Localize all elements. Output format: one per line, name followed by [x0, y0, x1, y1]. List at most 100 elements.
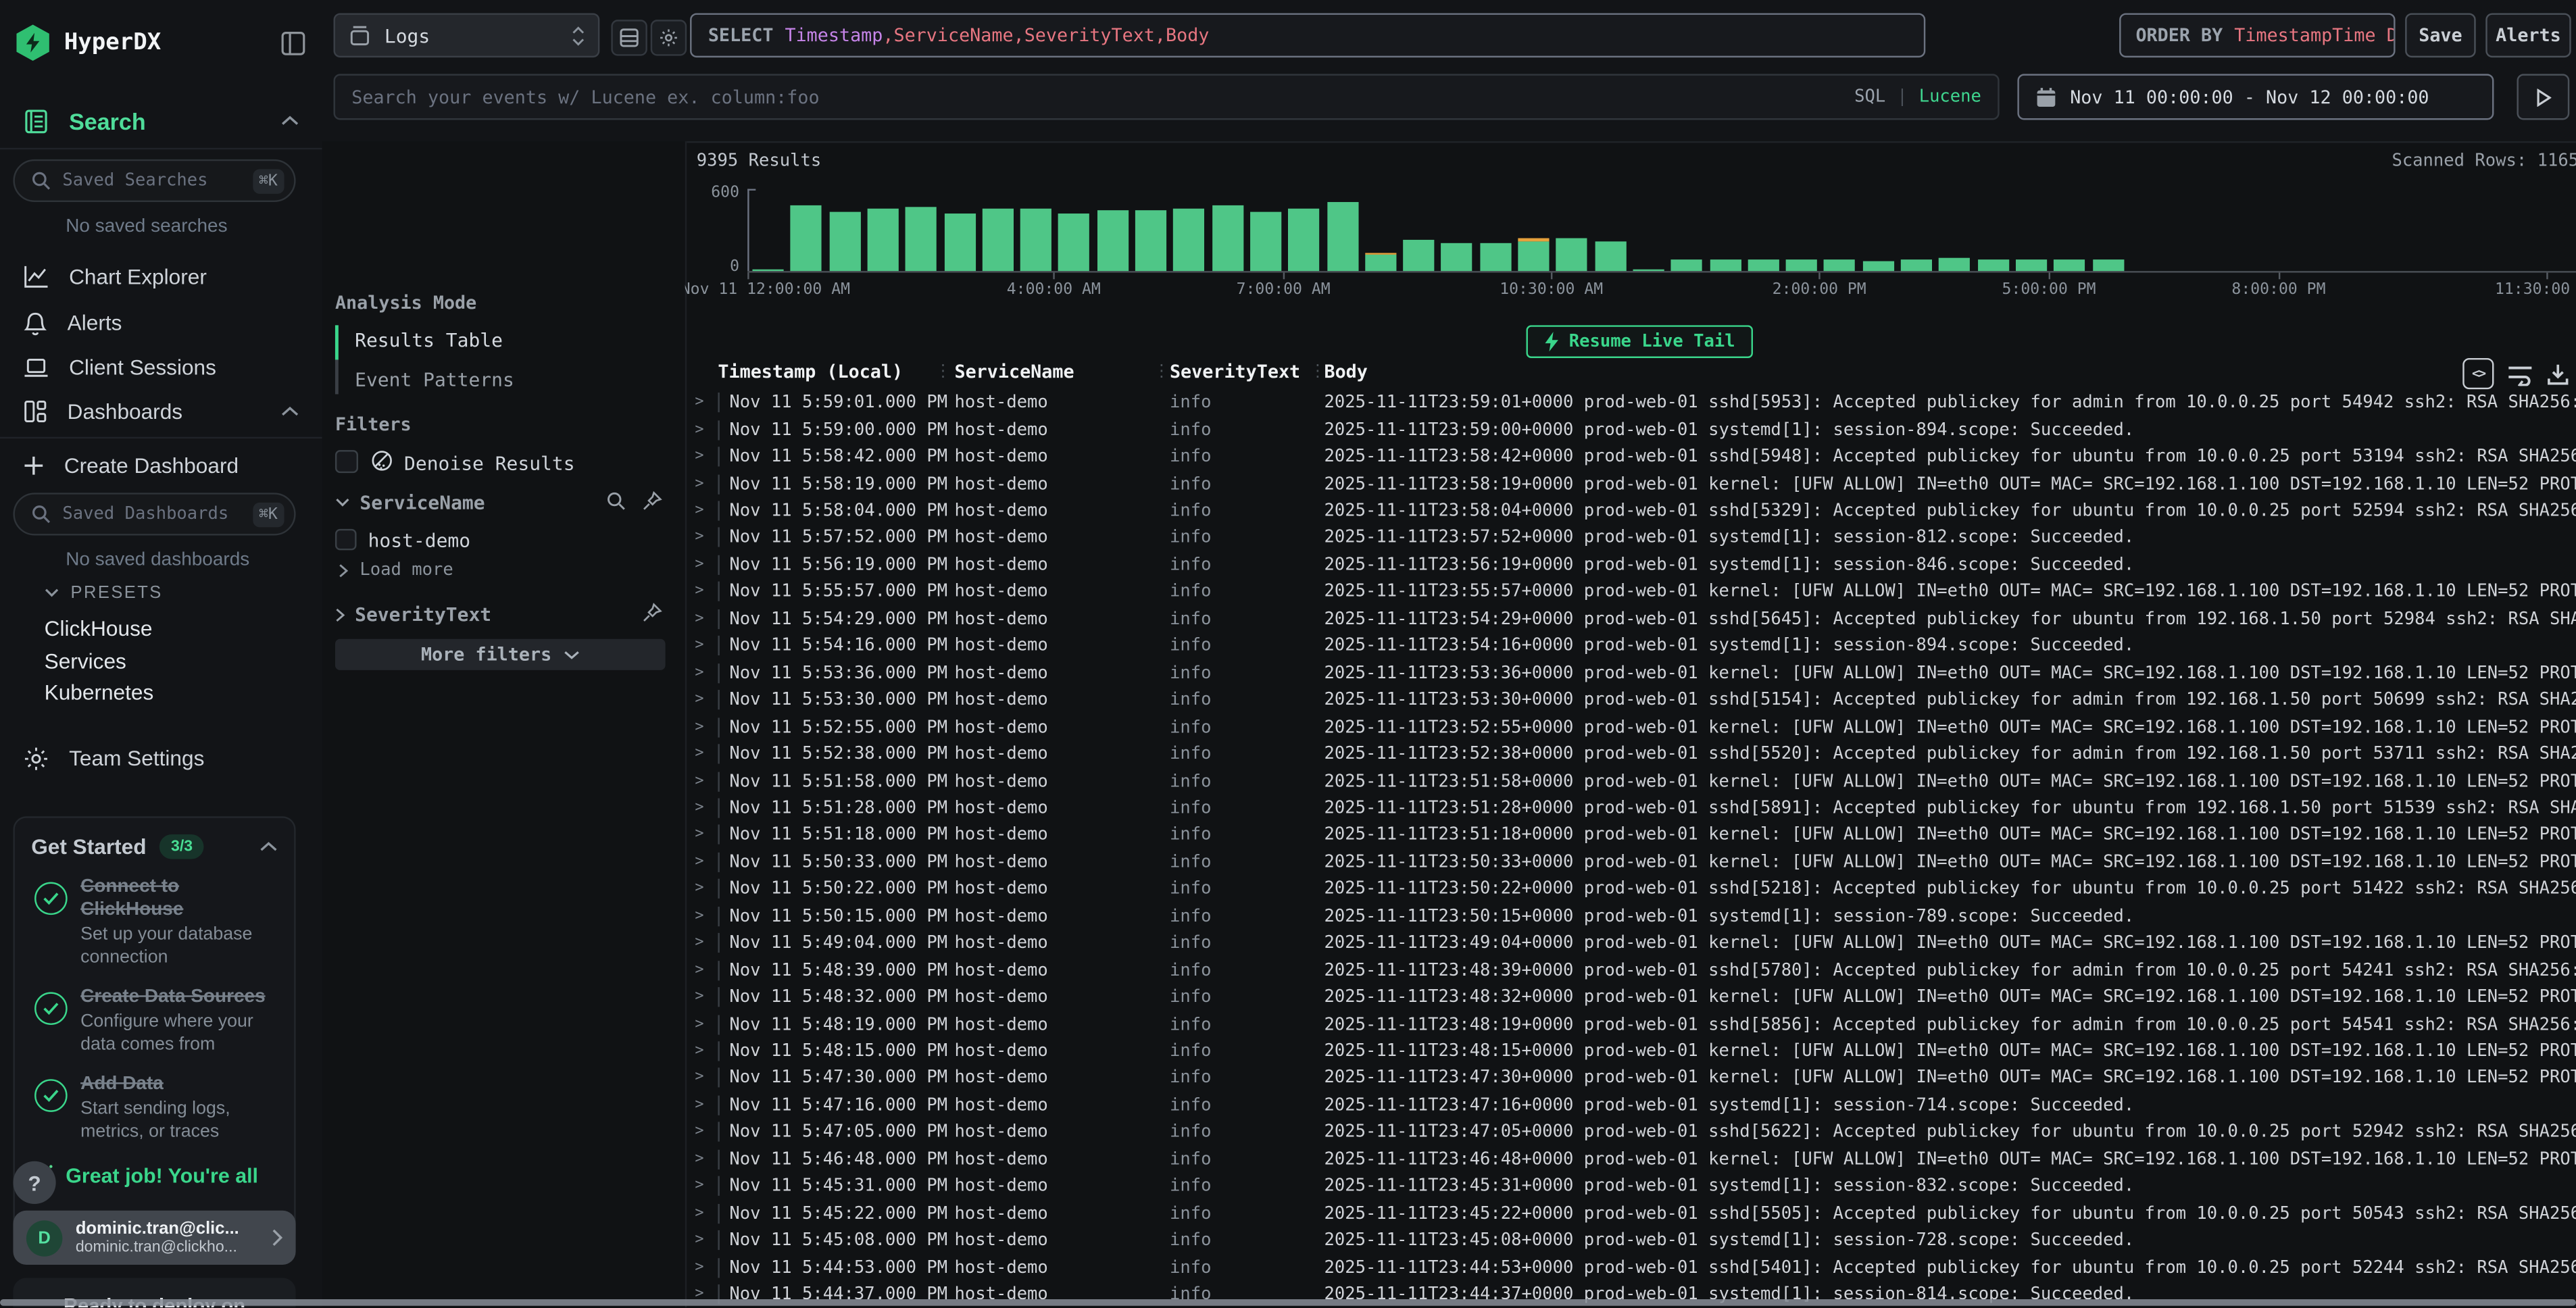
- histogram-bar[interactable]: [2054, 259, 2085, 272]
- table-row[interactable]: > Nov 11 5:54:16.000 PM host-demo info 2…: [685, 632, 2576, 659]
- expand-row-icon[interactable]: >: [685, 719, 718, 735]
- preset-item[interactable]: Services: [45, 648, 126, 672]
- mode-results-table[interactable]: Results Table: [355, 328, 503, 351]
- histogram-bar[interactable]: [1901, 260, 1932, 271]
- table-row[interactable]: > Nov 11 5:48:19.000 PM host-demo info 2…: [685, 1011, 2576, 1038]
- table-row[interactable]: > Nov 11 5:51:18.000 PM host-demo info 2…: [685, 822, 2576, 849]
- table-view-icon-button[interactable]: [611, 20, 647, 55]
- user-menu[interactable]: D dominic.tran@clic... dominic.tran@clic…: [13, 1211, 295, 1265]
- histogram-bar-warning[interactable]: [1365, 253, 1396, 255]
- histogram-bar[interactable]: [1633, 268, 1664, 271]
- histogram-bar[interactable]: [1097, 210, 1128, 271]
- sidebar-item-chart-explorer[interactable]: Chart Explorer: [0, 258, 322, 296]
- load-more-button[interactable]: Load more: [339, 560, 453, 580]
- column-header-servicename[interactable]: ServiceName: [954, 361, 1074, 383]
- sidebar-item-client-sessions[interactable]: Client Sessions: [0, 348, 322, 386]
- preset-item[interactable]: Kubernetes: [45, 680, 154, 704]
- expand-row-icon[interactable]: >: [685, 1151, 718, 1167]
- expand-row-icon[interactable]: >: [685, 854, 718, 870]
- presets-section[interactable]: PRESETS: [45, 583, 163, 603]
- histogram-bar[interactable]: [1710, 259, 1741, 271]
- expand-row-icon[interactable]: >: [685, 1178, 718, 1194]
- histogram-bar[interactable]: [1786, 260, 1817, 271]
- histogram-bar[interactable]: [2016, 259, 2047, 271]
- table-row[interactable]: > Nov 11 5:44:53.000 PM host-demo info 2…: [685, 1254, 2576, 1281]
- table-row[interactable]: > Nov 11 5:47:30.000 PM host-demo info 2…: [685, 1065, 2576, 1092]
- histogram-bar[interactable]: [1480, 243, 1511, 271]
- histogram-bar[interactable]: [1748, 260, 1779, 271]
- table-row[interactable]: > Nov 11 5:53:30.000 PM host-demo info 2…: [685, 686, 2576, 713]
- expand-row-icon[interactable]: >: [685, 1205, 718, 1222]
- table-row[interactable]: > Nov 11 5:50:15.000 PM host-demo info 2…: [685, 903, 2576, 930]
- collapse-sidebar-icon[interactable]: [281, 30, 305, 55]
- results-histogram[interactable]: 600 0 Nov 11 12:00:00 AM4:00:00 AM7:00:0…: [685, 180, 2576, 292]
- expand-row-icon[interactable]: >: [685, 935, 718, 951]
- expand-row-icon[interactable]: >: [685, 1232, 718, 1249]
- histogram-bar[interactable]: [1939, 259, 1970, 271]
- expand-row-icon[interactable]: >: [685, 800, 718, 816]
- histogram-bar[interactable]: [1250, 211, 1281, 272]
- histogram-bar[interactable]: [867, 208, 898, 271]
- pin-icon[interactable]: [643, 603, 662, 622]
- histogram-bar-warning[interactable]: [1518, 238, 1549, 241]
- table-row[interactable]: > Nov 11 5:45:08.000 PM host-demo info 2…: [685, 1227, 2576, 1254]
- table-row[interactable]: > Nov 11 5:58:19.000 PM host-demo info 2…: [685, 470, 2576, 497]
- chevron-up-icon[interactable]: [281, 115, 299, 126]
- table-row[interactable]: > Nov 11 5:55:57.000 PM host-demo info 2…: [685, 578, 2576, 605]
- pin-icon[interactable]: [643, 491, 662, 511]
- preset-item[interactable]: ClickHouse: [45, 616, 153, 640]
- histogram-bar[interactable]: [1059, 213, 1090, 271]
- histogram-bar[interactable]: [1365, 255, 1396, 271]
- table-row[interactable]: > Nov 11 5:48:32.000 PM host-demo info 2…: [685, 984, 2576, 1011]
- expand-row-icon[interactable]: >: [685, 962, 718, 978]
- histogram-bar[interactable]: [1288, 208, 1319, 271]
- saved-searches-input[interactable]: Saved Searches ⌘K: [13, 159, 295, 202]
- get-started-item[interactable]: Add Data Start sending logs, metrics, or…: [31, 1073, 278, 1143]
- expand-row-icon[interactable]: >: [685, 692, 718, 708]
- language-toggle-sql[interactable]: SQL: [1854, 87, 1885, 107]
- histogram-bar[interactable]: [906, 207, 937, 271]
- filter-group-servicename[interactable]: ServiceName: [335, 491, 485, 514]
- histogram-bar[interactable]: [752, 268, 783, 271]
- table-row[interactable]: > Nov 11 5:59:00.000 PM host-demo info 2…: [685, 416, 2576, 443]
- table-row[interactable]: > Nov 11 5:56:19.000 PM host-demo info 2…: [685, 551, 2576, 578]
- expand-row-icon[interactable]: >: [685, 422, 718, 438]
- histogram-bar[interactable]: [1327, 202, 1358, 271]
- search-icon[interactable]: [606, 491, 626, 511]
- histogram-bar[interactable]: [1212, 206, 1243, 271]
- saved-dashboards-input[interactable]: Saved Dashboards ⌘K: [13, 493, 295, 535]
- histogram-bar[interactable]: [1977, 259, 2008, 272]
- expand-row-icon[interactable]: >: [685, 449, 718, 465]
- expand-row-icon[interactable]: >: [685, 1070, 718, 1086]
- histogram-bar[interactable]: [1556, 239, 1587, 272]
- download-icon[interactable]: [2546, 362, 2569, 385]
- table-row[interactable]: > Nov 11 5:51:58.000 PM host-demo info 2…: [685, 768, 2576, 795]
- expand-row-icon[interactable]: >: [685, 557, 718, 573]
- table-row[interactable]: > Nov 11 5:58:42.000 PM host-demo info 2…: [685, 443, 2576, 470]
- filter-group-severitytext[interactable]: SeverityText: [335, 603, 491, 626]
- column-header-body[interactable]: Body: [1324, 361, 1367, 383]
- wrap-lines-icon[interactable]: [2507, 362, 2533, 385]
- view-source-icon[interactable]: <>: [2462, 358, 2494, 389]
- sidebar-item-dashboards[interactable]: Dashboards: [0, 393, 322, 430]
- time-range-picker[interactable]: Nov 11 00:00:00 - Nov 12 00:00:00: [2017, 74, 2494, 120]
- select-clause-input[interactable]: SELECT Timestamp,ServiceName,SeverityTex…: [690, 13, 1925, 57]
- expand-row-icon[interactable]: >: [685, 503, 718, 519]
- histogram-bar[interactable]: [791, 205, 822, 271]
- table-row[interactable]: > Nov 11 5:53:36.000 PM host-demo info 2…: [685, 659, 2576, 686]
- histogram-bar[interactable]: [829, 211, 860, 272]
- expand-row-icon[interactable]: >: [685, 827, 718, 843]
- expand-row-icon[interactable]: >: [685, 611, 718, 627]
- language-toggle-lucene[interactable]: Lucene: [1919, 87, 1981, 107]
- table-row[interactable]: > Nov 11 5:46:48.000 PM host-demo info 2…: [685, 1146, 2576, 1173]
- order-by-input[interactable]: ORDER BY TimestampTime DESC: [2119, 13, 2395, 57]
- expand-row-icon[interactable]: >: [685, 746, 718, 762]
- table-row[interactable]: > Nov 11 5:47:16.000 PM host-demo info 2…: [685, 1092, 2576, 1119]
- table-row[interactable]: > Nov 11 5:49:04.000 PM host-demo info 2…: [685, 930, 2576, 957]
- histogram-bar[interactable]: [1441, 243, 1472, 271]
- histogram-bar[interactable]: [1135, 211, 1166, 271]
- histogram-bar[interactable]: [1824, 260, 1855, 271]
- table-row[interactable]: > Nov 11 5:54:29.000 PM host-demo info 2…: [685, 605, 2576, 632]
- save-button[interactable]: Save: [2405, 13, 2476, 57]
- chevron-up-icon[interactable]: [259, 841, 278, 853]
